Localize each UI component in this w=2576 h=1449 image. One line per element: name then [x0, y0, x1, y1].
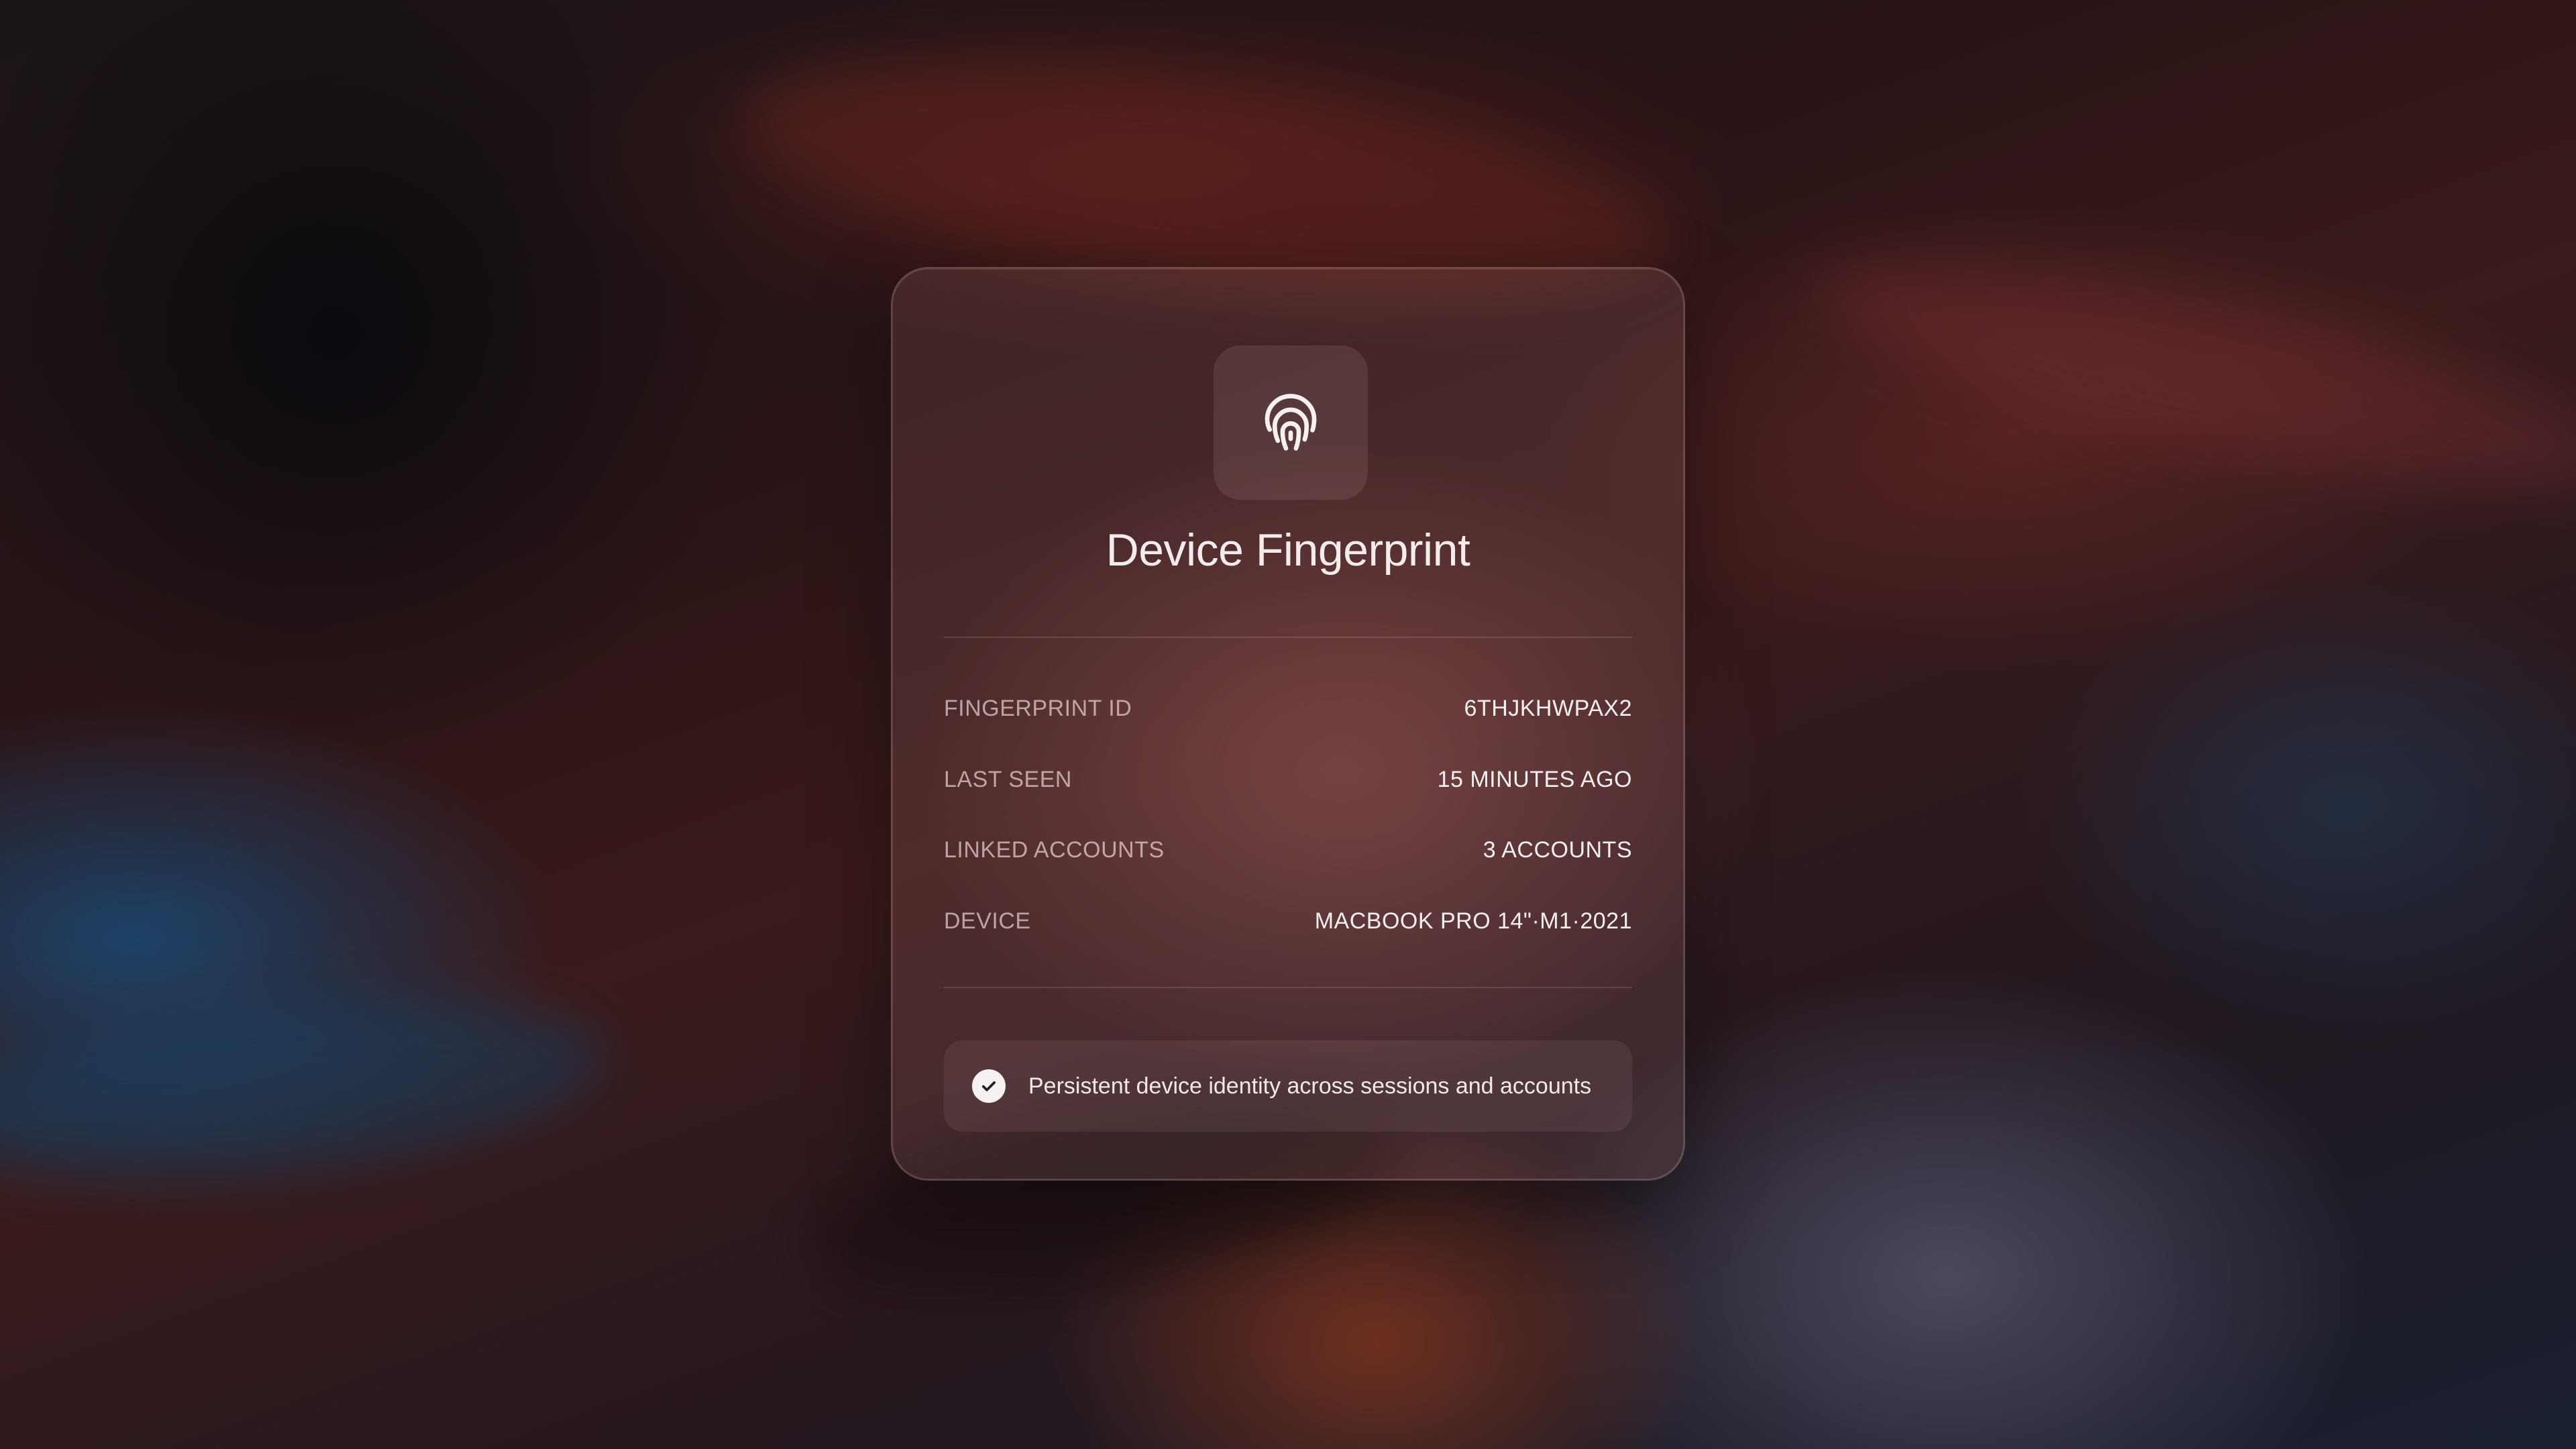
detail-row-last-seen: LAST SEEN 15 MINUTES AGO: [944, 759, 1632, 800]
detail-label: FINGERPRINT ID: [944, 695, 1132, 721]
detail-value: 6THJKHWPAX2: [1464, 695, 1632, 721]
detail-row-fingerprint-id: FINGERPRINT ID 6THJKHWPAX2: [944, 688, 1632, 729]
persistence-note: Persistent device identity across sessio…: [944, 1040, 1632, 1132]
detail-row-device: DEVICE MACBOOK PRO 14"·M1·2021: [944, 901, 1632, 941]
fingerprint-icon-tile: [1214, 345, 1368, 500]
card-title: Device Fingerprint: [1106, 525, 1470, 576]
top-divider: [944, 637, 1632, 638]
note-text: Persistent device identity across sessio…: [1028, 1073, 1592, 1099]
detail-value: 3 ACCOUNTS: [1483, 837, 1632, 863]
detail-label: LAST SEEN: [944, 766, 1072, 792]
device-fingerprint-card: Device Fingerprint FINGERPRINT ID 6THJKH…: [891, 267, 1685, 1181]
detail-label: LINKED ACCOUNTS: [944, 837, 1165, 863]
fingerprint-icon: [1265, 394, 1317, 451]
bottom-divider: [944, 987, 1632, 988]
detail-value: 15 MINUTES AGO: [1437, 766, 1632, 792]
detail-label: DEVICE: [944, 908, 1031, 934]
detail-value: MACBOOK PRO 14"·M1·2021: [1314, 908, 1632, 934]
check-circle-icon: [972, 1069, 1006, 1103]
detail-row-linked-accounts: LINKED ACCOUNTS 3 ACCOUNTS: [944, 830, 1632, 870]
